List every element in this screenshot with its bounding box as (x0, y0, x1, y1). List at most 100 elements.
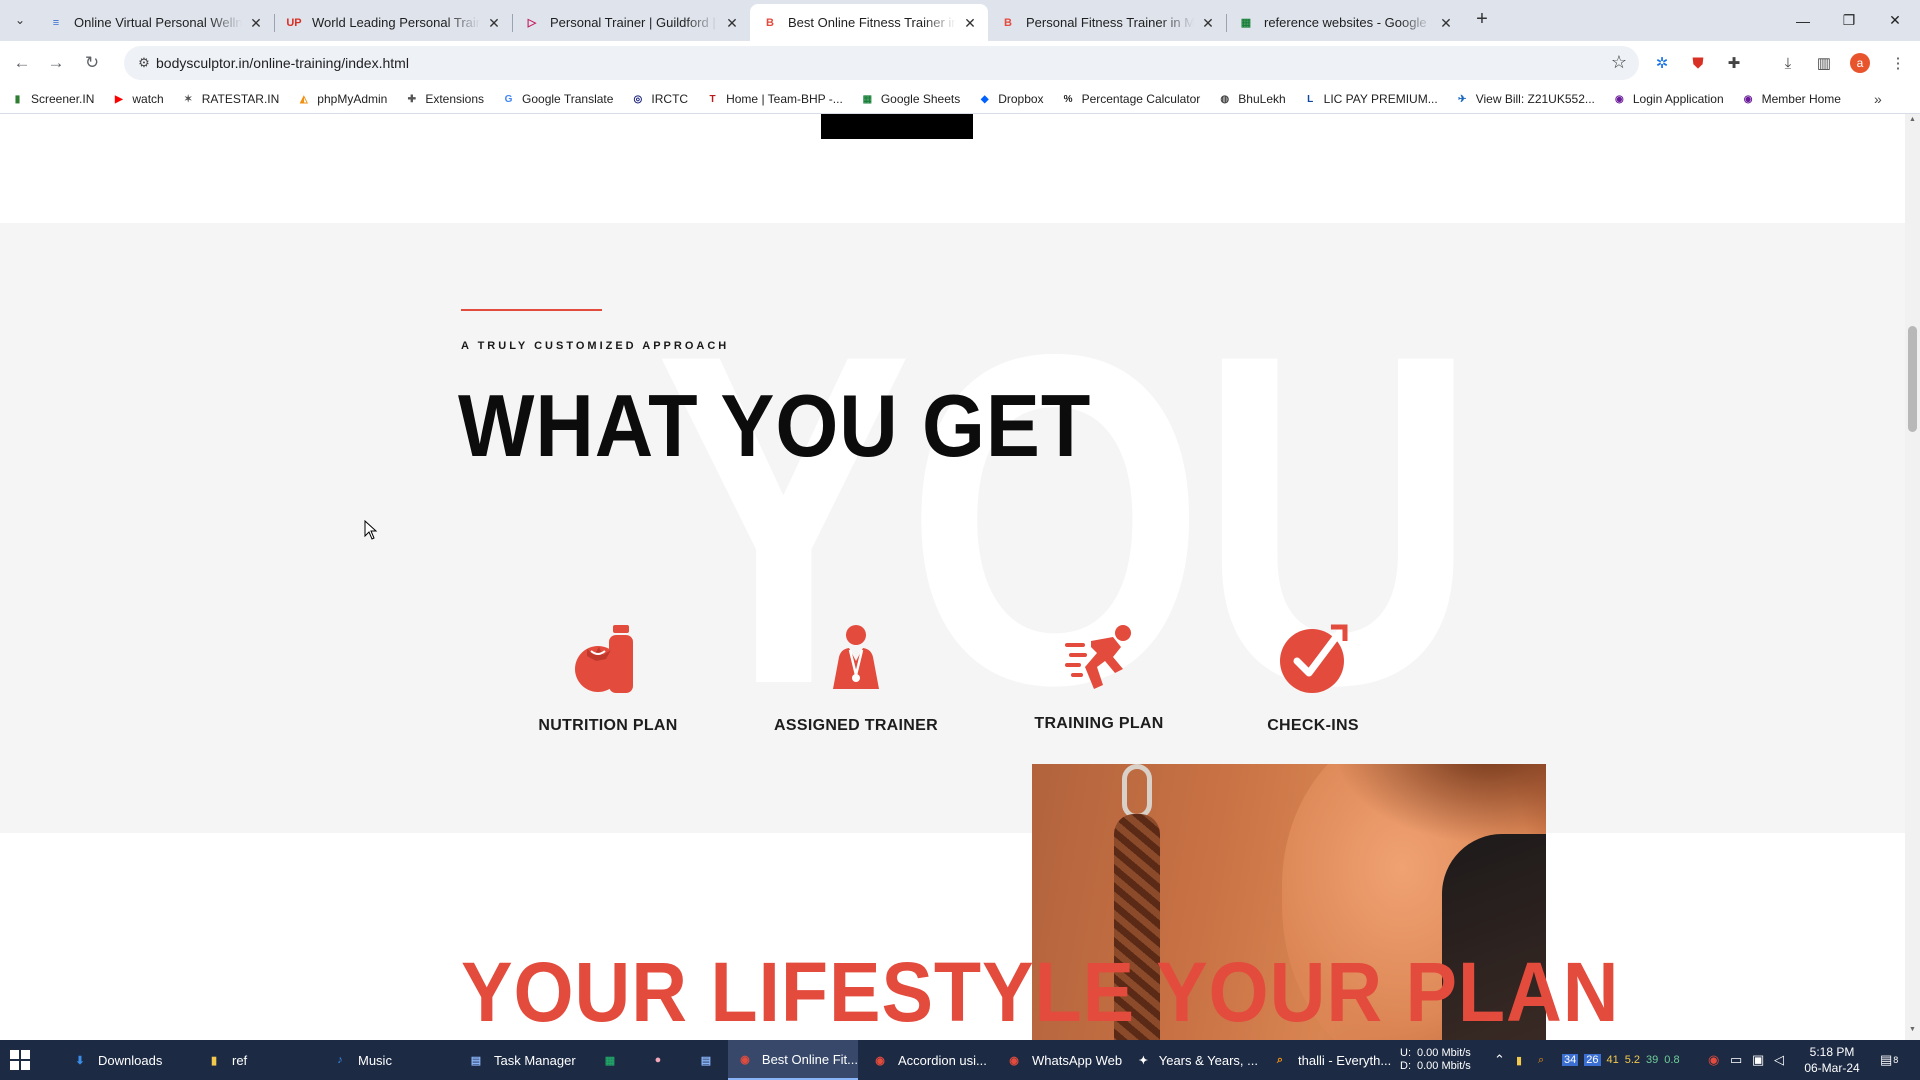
youtube-icon: ▶ (115, 93, 123, 105)
taskbar-item[interactable]: ● (640, 1040, 680, 1080)
browser-tab[interactable]: ▷ Personal Trainer | Guildford | M ✕ (512, 4, 750, 41)
bookmark-item[interactable]: ◉ Member Home (1741, 92, 1841, 107)
page-scrollbar[interactable]: ▲ ▼ (1905, 114, 1920, 1040)
bookmark-item[interactable]: ▶ watch (111, 92, 164, 107)
dropbox-icon: ◆ (980, 93, 989, 105)
restore-icon[interactable]: ❐ (1826, 0, 1872, 41)
bookmark-label: watch (132, 92, 164, 106)
bookmark-label: IRCTC (651, 92, 689, 106)
browser-tab[interactable]: B Personal Fitness Trainer in Mum ✕ (988, 4, 1226, 41)
clock-time: 5:18 PM (1809, 1045, 1855, 1059)
minimize-icon[interactable]: — (1780, 0, 1826, 41)
tray-chevron-icon[interactable]: ⌃ (1494, 1040, 1505, 1080)
globe-icon: ◍ (1220, 93, 1230, 105)
tray-battery-icon[interactable]: ▭ (1730, 1040, 1742, 1080)
bookmark-item[interactable]: % Percentage Calculator (1061, 92, 1201, 107)
taskbar-item[interactable]: ◉ Accordion usi... (862, 1040, 992, 1080)
scroll-down-icon[interactable]: ▼ (1908, 1026, 1917, 1033)
sheets-icon: ▦ (862, 93, 873, 105)
tab-favicon-icon: ≡ (52, 16, 60, 29)
bookmark-item[interactable]: G Google Translate (501, 92, 614, 107)
taskbar-item[interactable]: ▮ ref (196, 1040, 316, 1080)
bookmark-label: Member Home (1761, 92, 1841, 106)
taskbar-item[interactable]: ⌕ thalli - Everyth... (1262, 1040, 1392, 1080)
tab-close-icon[interactable]: ✕ (1200, 15, 1216, 31)
tab-title: reference websites - Google Sh (1264, 15, 1432, 30)
download-icon[interactable]: ⤓ (1776, 51, 1800, 75)
member-icon: ◉ (1743, 93, 1753, 105)
bookmark-item[interactable]: L LIC PAY PREMIUM... (1303, 92, 1438, 107)
browser-tab[interactable]: B Best Online Fitness Trainer in M ✕ (750, 4, 988, 41)
bookmark-item[interactable]: ▦ Google Sheets (860, 92, 961, 107)
tray-folder-icon[interactable]: ▮ (1516, 1040, 1522, 1080)
bookmark-item[interactable]: ◭ phpMyAdmin (296, 92, 387, 107)
tray-network-icon[interactable]: ▣ (1752, 1040, 1764, 1080)
tab-favicon-icon: B (766, 16, 774, 29)
chrome-icon: ◉ (875, 1054, 885, 1067)
taskbar-item[interactable]: ▦ (592, 1040, 632, 1080)
new-tab-button[interactable]: + (1470, 8, 1494, 32)
back-icon[interactable]: ← (8, 49, 36, 77)
browser-tab[interactable]: ≡ Online Virtual Personal Wellnes ✕ (36, 4, 274, 41)
tray-app-icon[interactable]: ◉ (1708, 1040, 1719, 1080)
notification-icon[interactable]: ▤ 8 (1880, 1040, 1898, 1080)
tab-close-icon[interactable]: ✕ (248, 15, 264, 31)
bookmark-item[interactable]: ◆ Dropbox (977, 92, 1044, 107)
browser-tab[interactable]: UP World Leading Personal Trainer ✕ (274, 4, 512, 41)
net-down-label: D: (1400, 1060, 1411, 1072)
bookmark-star-icon[interactable]: ☆ (1611, 52, 1627, 73)
tray-volume-icon[interactable]: ◁ (1774, 1040, 1784, 1080)
shield-extension-icon[interactable]: ⛊ (1686, 51, 1710, 75)
taskbar-item[interactable]: ⬇ Downloads (62, 1040, 192, 1080)
tab-close-icon[interactable]: ✕ (724, 15, 740, 31)
forward-icon[interactable]: → (42, 49, 70, 77)
bookmarks-overflow-icon[interactable]: » (1874, 91, 1892, 107)
taskbar-item[interactable]: ◉ WhatsApp Web (996, 1040, 1124, 1080)
scroll-up-icon[interactable]: ▲ (1908, 116, 1917, 123)
close-window-icon[interactable]: ✕ (1872, 0, 1918, 41)
accent-divider (461, 309, 602, 311)
avatar[interactable]: a (1850, 53, 1870, 73)
profile-avatar[interactable]: a (1848, 51, 1872, 75)
page-viewport: YOU A TRULY CUSTOMIZED APPROACH WHAT YOU… (0, 114, 1905, 1040)
taskbar-item[interactable]: ✦ Years & Years, ... (1128, 1040, 1258, 1080)
system-clock[interactable]: 5:18 PM 06-Mar-24 (1792, 1044, 1872, 1076)
reload-icon[interactable]: ↻ (78, 49, 106, 77)
browser-tab[interactable]: ▦ reference websites - Google Sh ✕ (1226, 4, 1464, 41)
bookmark-item[interactable]: ✶ RATESTAR.IN (181, 92, 279, 107)
bookmark-item[interactable]: T Home | Team-BHP -... (705, 92, 843, 107)
windows-start-icon[interactable] (10, 1050, 30, 1070)
checkmark-icon (1280, 624, 1348, 693)
bookmark-item[interactable]: ◉ Login Application (1612, 92, 1724, 107)
scroll-thumb[interactable] (1908, 326, 1917, 432)
site-info-icon[interactable]: ⚙ (134, 53, 154, 73)
tab-search-dropdown-icon[interactable]: ⌄ (8, 8, 32, 32)
tab-close-icon[interactable]: ✕ (962, 15, 978, 31)
taskbar-item[interactable]: ◉ Best Online Fit... (728, 1040, 858, 1080)
spreadsheet-icon: ▦ (604, 1054, 616, 1067)
section-title: WHAT YOU GET (458, 376, 1092, 475)
extension-icon[interactable]: ✲ (1650, 51, 1674, 75)
taskbar-item[interactable]: ▤ Task Manager (458, 1040, 588, 1080)
tray-search-icon[interactable]: ⌕ (1538, 1040, 1544, 1080)
notepad-icon: ▤ (700, 1054, 712, 1067)
side-panel-icon[interactable]: ▥ (1812, 51, 1836, 75)
bookmark-label: Screener.IN (31, 92, 95, 106)
bookmark-item[interactable]: ✈ View Bill: Z21UK552... (1455, 92, 1595, 107)
taskbar-item[interactable]: ♪ Music (322, 1040, 452, 1080)
extensions-puzzle-icon[interactable]: ✚ (1722, 51, 1746, 75)
menu-kebab-icon[interactable]: ⋮ (1886, 51, 1910, 75)
tab-close-icon[interactable]: ✕ (486, 15, 502, 31)
tab-strip: ⌄ ≡ Online Virtual Personal Wellnes ✕ UP Wor… (0, 0, 1920, 41)
taskbar-item-label: Best Online Fit... (761, 1051, 858, 1067)
bookmark-item[interactable]: ▮ Screener.IN (10, 92, 95, 107)
tab-close-icon[interactable]: ✕ (1438, 15, 1454, 31)
taskbar-item[interactable]: ▤ (688, 1040, 728, 1080)
bookmark-item[interactable]: ◍ BhuLekh (1217, 92, 1285, 107)
cta-button[interactable] (821, 114, 973, 139)
taskbar-item-label: ref (232, 1052, 248, 1068)
bookmark-item[interactable]: ✚ Extensions (404, 92, 484, 107)
bookmark-item[interactable]: ◎ IRCTC (630, 92, 689, 107)
url-text[interactable]: bodysculptor.in/online-training/index.ht… (156, 55, 409, 71)
address-bar[interactable]: ⚙ bodysculptor.in/online-training/index.… (124, 46, 1639, 80)
